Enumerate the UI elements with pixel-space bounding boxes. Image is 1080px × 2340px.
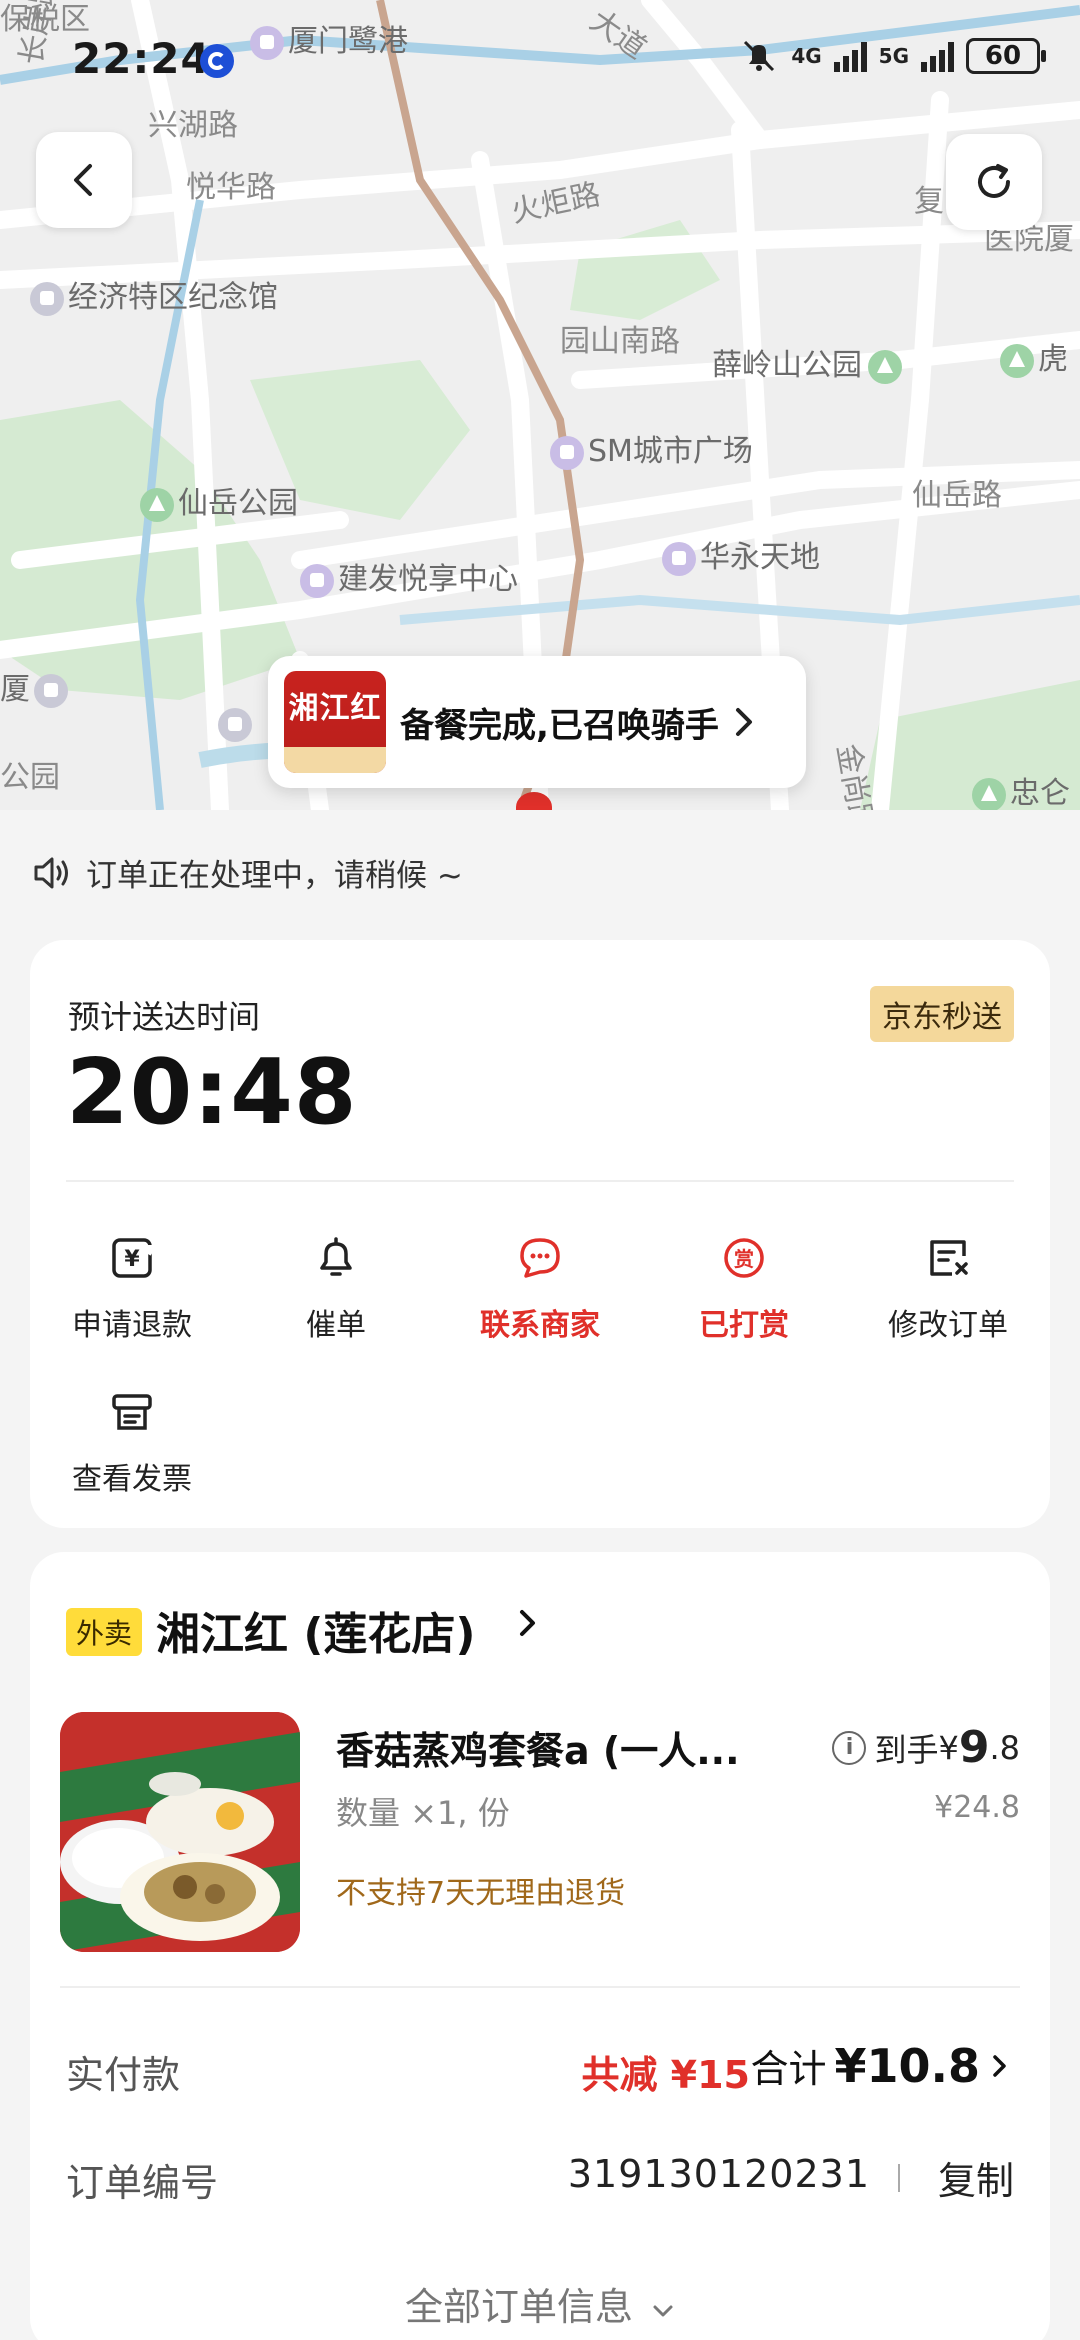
chevron-right-icon — [993, 2054, 1006, 2077]
food-quantity: 数量 ×1, 份 — [336, 1794, 510, 1832]
park-icon — [972, 777, 1006, 810]
signal-icon — [833, 40, 867, 72]
app-notification-icon — [200, 44, 234, 78]
chevron-right-icon — [520, 1610, 535, 1636]
park-icon — [868, 349, 902, 384]
store-name-link[interactable]: 湘江红 (莲花店) — [156, 1598, 476, 1662]
map-poi: 华永天地 — [662, 532, 820, 576]
map-poi: 建发悦享中心 — [300, 554, 518, 598]
map-label: 公园 — [0, 760, 60, 795]
bus-station-icon — [218, 707, 252, 742]
edit-order-icon — [930, 1240, 968, 1276]
svg-text:赏: 赏 — [734, 1247, 754, 1271]
refresh-icon — [978, 164, 1010, 198]
map-label: 园山南路 — [560, 324, 680, 359]
reward-button[interactable]: 赏 已打赏 — [642, 1228, 846, 1344]
park-icon — [140, 487, 174, 522]
status-bar: 22:24 4G 5G 60 — [0, 0, 1080, 120]
speaker-icon — [34, 857, 68, 888]
map-label: 仙岳路 — [912, 478, 1002, 513]
park-icon — [1000, 343, 1034, 378]
modify-order-button[interactable]: 修改订单 — [846, 1228, 1050, 1344]
eta-label: 预计送达时间 — [68, 998, 261, 1036]
map-poi: 厦 — [0, 664, 72, 708]
return-policy-note: 不支持7天无理由退货 — [336, 1876, 626, 1911]
invoice-icon — [112, 1394, 152, 1430]
shopping-icon — [662, 541, 696, 576]
battery-icon: 60 — [966, 38, 1046, 74]
takeout-tag: 外卖 — [66, 1608, 143, 1656]
original-price: ¥24.8 — [934, 1790, 1020, 1825]
museum-icon — [30, 281, 64, 316]
discount-amount: 共减 ¥15 — [581, 2053, 750, 2097]
final-price: i 到手 ¥9.8 — [832, 1722, 1020, 1773]
bell-icon — [320, 1237, 352, 1276]
copy-button[interactable]: 复制 — [938, 2150, 1014, 2205]
signal-icon — [921, 40, 954, 72]
divider — [60, 1986, 1020, 1988]
map-poi: 忠仑 — [972, 768, 1070, 810]
order-number-label: 订单编号 — [66, 2161, 219, 2205]
total-amount-link[interactable]: 合计 ¥10.8 — [750, 2038, 1010, 2093]
view-invoice-button[interactable]: 查看发票 — [30, 1382, 234, 1498]
order-status-card[interactable]: 湘江红 备餐完成,已召唤骑手 — [268, 656, 806, 788]
map-poi: 薛岭山公园 — [712, 340, 906, 384]
contact-merchant-button[interactable]: 联系商家 — [438, 1228, 642, 1344]
processing-notice: 订单正在处理中，请稍候 ~ — [32, 850, 463, 895]
notice-text: 订单正在处理中，请稍候 ~ — [86, 858, 463, 894]
divider — [66, 1180, 1014, 1182]
refresh-button[interactable] — [946, 134, 1042, 230]
map-poi: 虎 — [1000, 334, 1068, 378]
network-5g: 5G — [878, 44, 909, 68]
map-poi: 经济特区纪念馆 — [30, 272, 278, 316]
clock: 22:24 — [72, 34, 211, 83]
chevron-down-icon — [653, 2305, 673, 2317]
svg-text:¥: ¥ — [124, 1247, 140, 1272]
food-photo — [60, 1712, 300, 1952]
info-icon[interactable]: i — [832, 1730, 867, 1765]
map-poi: 仙岳公园 — [140, 478, 298, 522]
divider — [898, 2164, 900, 2192]
refund-icon: ¥ — [112, 1238, 156, 1278]
back-button[interactable] — [36, 132, 132, 228]
shopping-icon — [300, 563, 334, 598]
urge-order-button[interactable]: 催单 — [234, 1228, 438, 1344]
food-name: 香菇蒸鸡套餐a (一人... — [336, 1729, 740, 1773]
chevron-right-icon — [735, 708, 752, 736]
delivery-card: 预计送达时间 20:48 京东秒送 ¥ 申请退款 催单 联系商家 赏 已打赏 修… — [30, 940, 1050, 1528]
network-4g: 4G — [791, 44, 822, 68]
store-logo: 湘江红 — [284, 671, 386, 773]
reward-icon: 赏 — [724, 1238, 764, 1278]
map-label: 复 — [914, 184, 944, 219]
food-image[interactable] — [60, 1712, 300, 1952]
map-poi: SM城市广场 — [550, 426, 753, 470]
paid-label: 实付款 — [66, 2053, 181, 2097]
all-order-info-toggle[interactable]: 全部订单信息 — [30, 2276, 1050, 2331]
chat-store-icon — [520, 1238, 560, 1278]
map-label: 悦华路 — [186, 170, 276, 205]
eta-time: 20:48 — [66, 1040, 358, 1145]
service-badge: 京东秒送 — [870, 986, 1014, 1042]
apply-refund-button[interactable]: ¥ 申请退款 — [30, 1228, 234, 1344]
mute-bell-icon — [744, 40, 775, 72]
map-poi — [218, 706, 256, 742]
order-status-text: 备餐完成,已召唤骑手 — [400, 705, 719, 746]
chevron-left-icon — [74, 164, 92, 196]
building-icon — [34, 673, 68, 708]
order-number: 319130120231 — [567, 2152, 870, 2196]
order-detail-card: 外卖 湘江红 (莲花店) 香菇蒸鸡套餐a (一人... 数量 ×1, 份 不支持… — [30, 1552, 1050, 2340]
shopping-icon — [550, 435, 584, 470]
status-icons: 4G 5G 60 — [739, 36, 1046, 76]
